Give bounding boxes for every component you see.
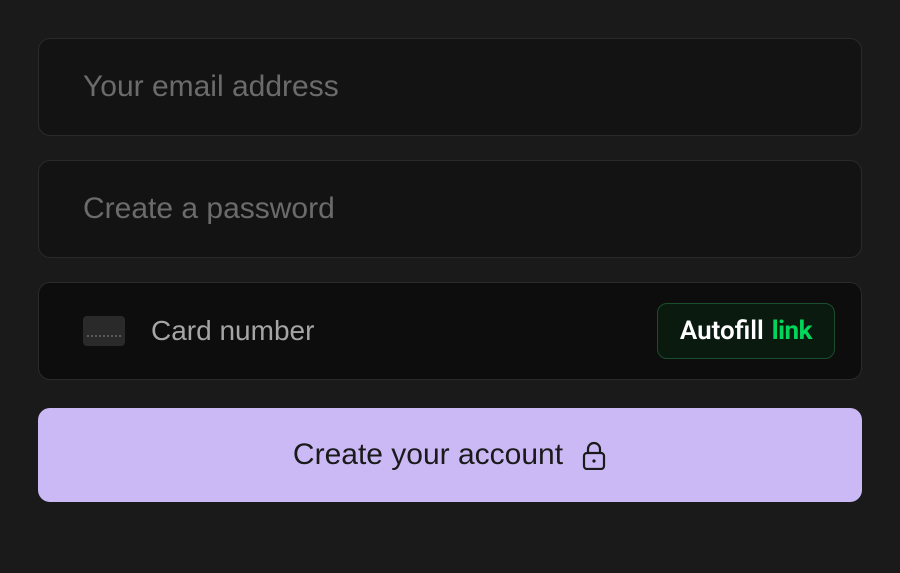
card-number-field[interactable] <box>151 315 631 347</box>
password-field[interactable] <box>38 160 862 258</box>
card-icon <box>83 316 125 346</box>
autofill-label: Autofill <box>680 316 764 346</box>
create-account-button[interactable]: Create your account <box>38 408 862 502</box>
autofill-link-button[interactable]: Autofill link <box>657 303 835 359</box>
lock-icon <box>581 440 607 470</box>
signup-form: Autofill link Create your account <box>38 38 862 502</box>
submit-label: Create your account <box>293 438 563 472</box>
email-field[interactable] <box>38 38 862 136</box>
card-number-row: Autofill link <box>38 282 862 380</box>
link-brand-logo: link <box>772 316 812 346</box>
